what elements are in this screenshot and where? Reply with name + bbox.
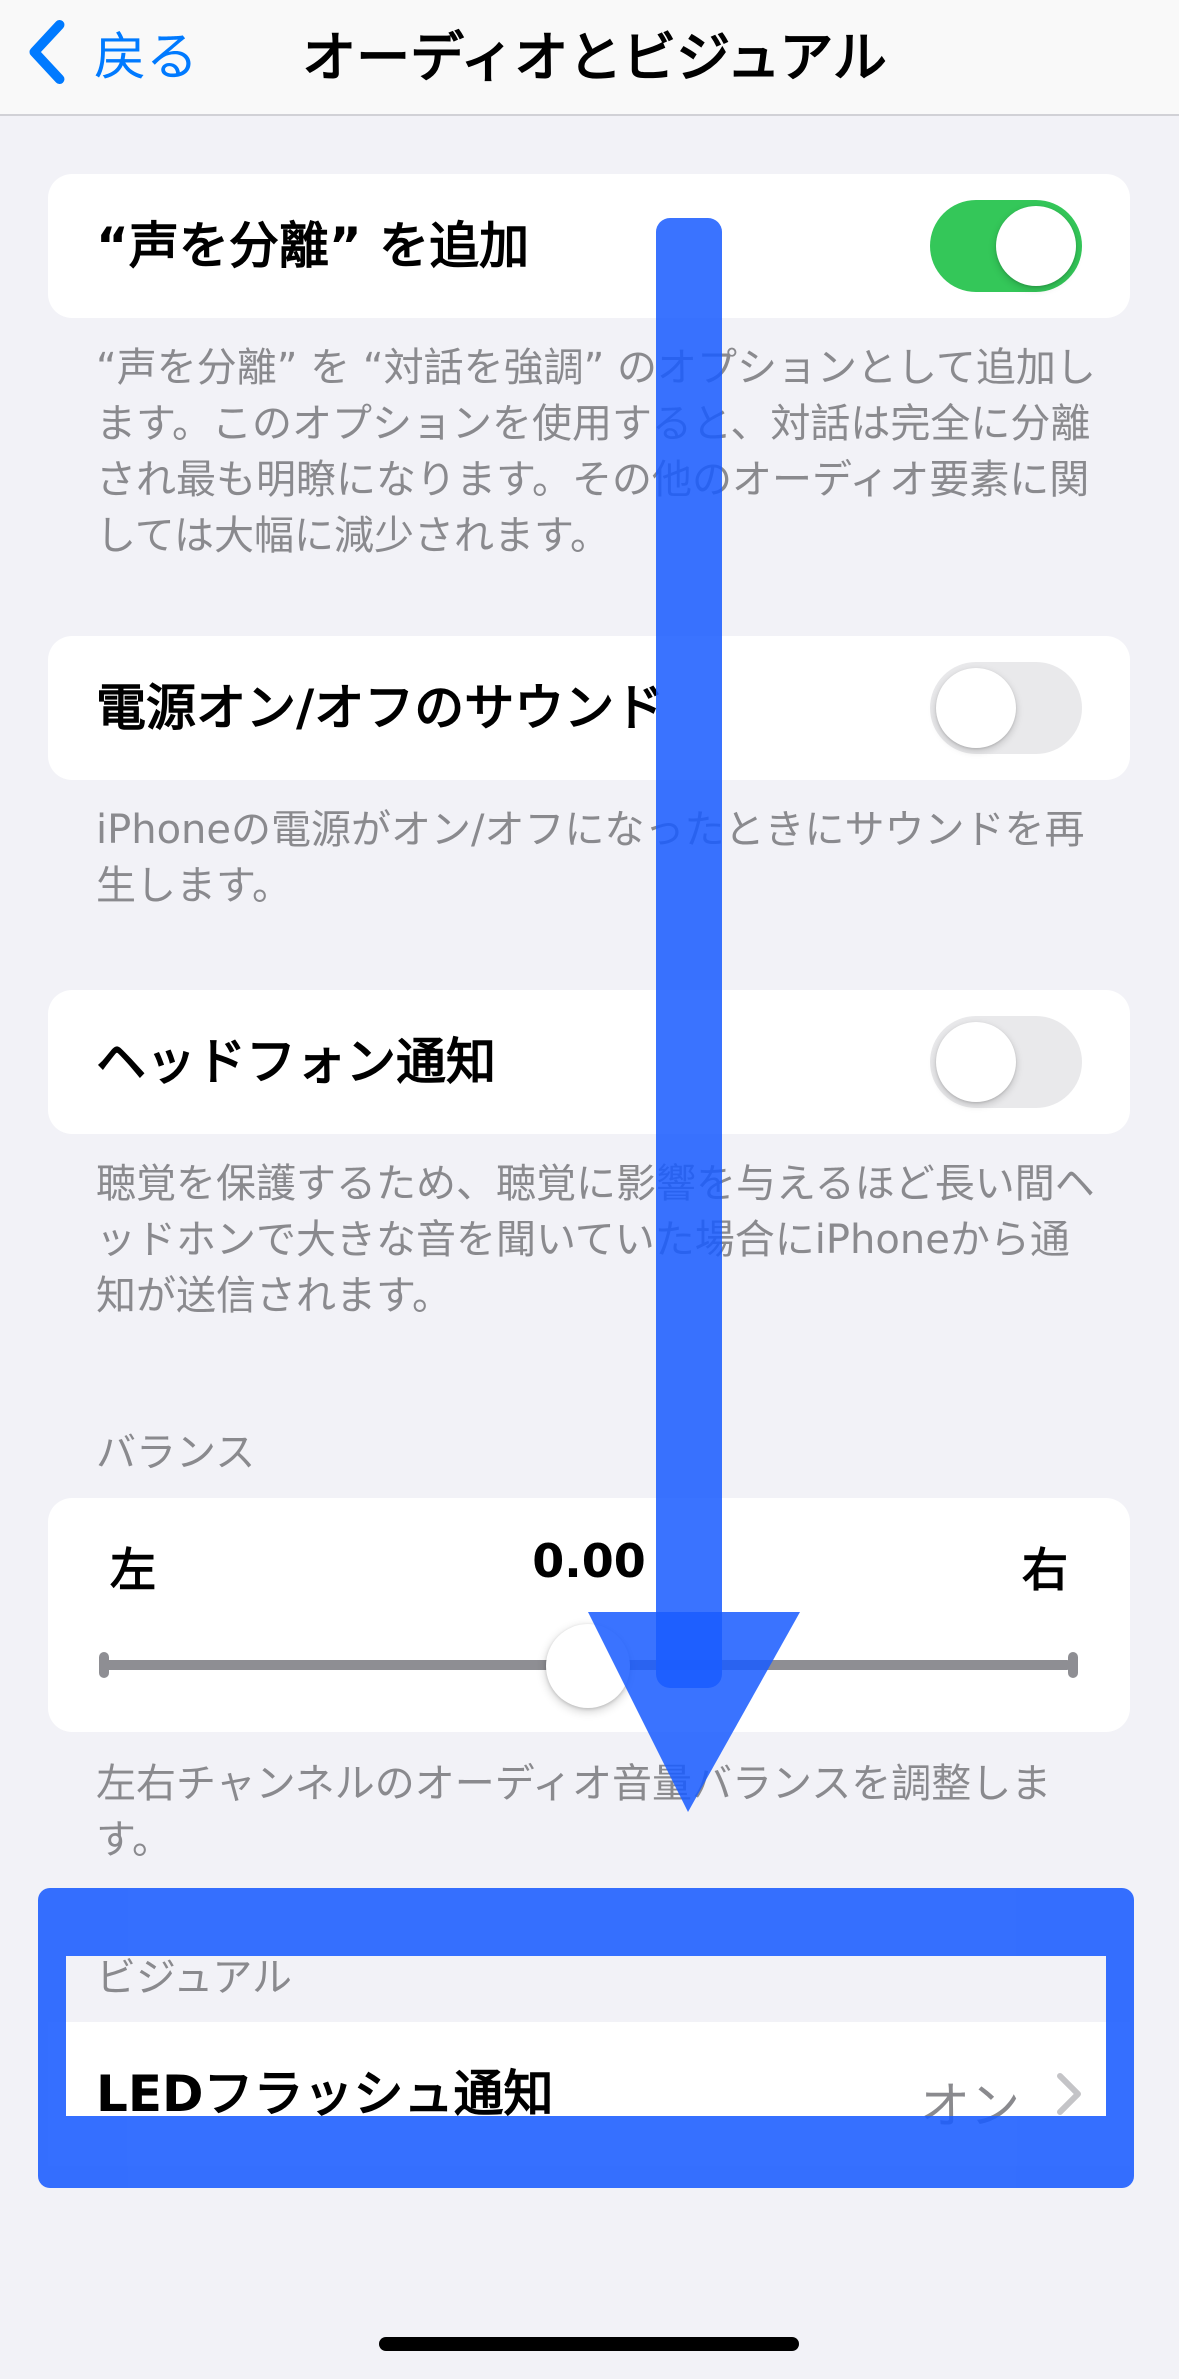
slider-tick-left <box>99 1652 109 1678</box>
headphone-notifications-row: ヘッドフォン通知 <box>48 990 1130 1134</box>
home-indicator <box>379 2337 799 2351</box>
page-title: オーディオとビジュアル <box>302 25 887 89</box>
power-sounds-toggle[interactable] <box>930 662 1082 754</box>
power-sounds-row: 電源オン/オフのサウンド <box>48 636 1130 780</box>
chevron-right-icon <box>1057 2073 1081 2115</box>
navigation-bar: 戻る オーディオとビジュアル <box>0 0 1179 116</box>
voice-isolation-toggle[interactable] <box>930 200 1082 292</box>
balance-right-label: 右 <box>1022 1543 1068 1597</box>
voice-isolation-footnote: “声を分離” を “対話を強調” のオプションとして追加します。このオプションを… <box>96 345 1096 559</box>
headphone-notifications-label: ヘッドフォン通知 <box>96 1033 496 1091</box>
visual-section-header: ビジュアル <box>96 1955 292 2001</box>
voice-isolation-label: “声を分離” を追加 <box>96 217 530 275</box>
led-flash-row[interactable]: LEDフラッシュ通知 オン <box>48 2022 1130 2166</box>
voice-isolation-row: “声を分離” を追加 <box>48 174 1130 318</box>
headphone-notifications-toggle[interactable] <box>930 1016 1082 1108</box>
led-flash-label: LEDフラッシュ通知 <box>96 2065 554 2123</box>
balance-slider-thumb[interactable] <box>546 1624 630 1708</box>
led-flash-value: オン <box>920 2077 1020 2135</box>
power-sounds-label: 電源オン/オフのサウンド <box>96 679 665 737</box>
power-sounds-footnote: iPhoneの電源がオン/オフになったときにサウンドを再生します。 <box>96 807 1085 909</box>
balance-value: 0.00 <box>532 1534 646 1588</box>
balance-section-header: バランス <box>96 1430 256 1476</box>
headphone-notifications-footnote: 聴覚を保護するため、聴覚に影響を与えるほど長い間ヘッドホンで大きな音を聞いていた… <box>96 1161 1095 1319</box>
toggle-knob <box>936 1022 1016 1102</box>
toggle-knob <box>936 668 1016 748</box>
toggle-knob <box>996 206 1076 286</box>
balance-footnote: 左右チャンネルのオーディオ音量バランスを調整します。 <box>96 1761 1052 1863</box>
slider-tick-right <box>1068 1652 1078 1678</box>
